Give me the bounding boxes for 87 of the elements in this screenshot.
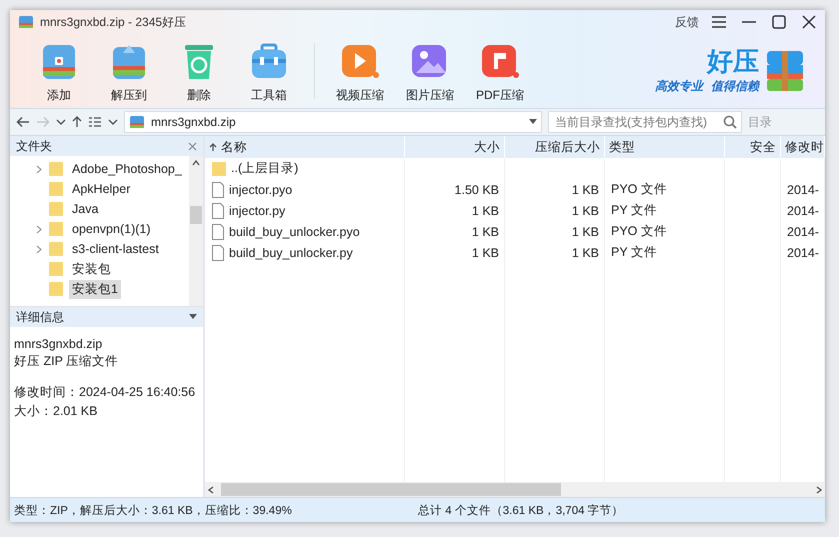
archive-logo-icon bbox=[765, 49, 805, 93]
scrollbar-thumb[interactable] bbox=[190, 206, 202, 224]
folder-item[interactable]: 安装包 bbox=[69, 260, 114, 278]
column-header[interactable]: 名称 bbox=[205, 136, 405, 158]
detail-text: 大小：2.01 KB bbox=[14, 403, 98, 420]
folder-item[interactable]: Java bbox=[69, 201, 102, 217]
search-icon[interactable] bbox=[723, 115, 737, 129]
toolbar-button[interactable]: 图片压缩 bbox=[395, 38, 465, 104]
column-header[interactable]: 大小 bbox=[405, 136, 505, 158]
column-header[interactable]: 修改时 bbox=[781, 136, 825, 158]
table-cell: 2014- bbox=[787, 204, 819, 218]
toolbar-button[interactable]: 解压到 bbox=[94, 38, 164, 104]
table-cell: injector.pyo bbox=[229, 182, 292, 196]
archive-icon bbox=[18, 14, 34, 30]
folder-item[interactable]: s3-client-lastest bbox=[69, 241, 162, 257]
panel-title: 文件夹 bbox=[16, 138, 52, 154]
view-mode-icon[interactable] bbox=[88, 116, 102, 128]
table-cell: build_buy_unlocker.py bbox=[229, 246, 353, 260]
toolbar-button[interactable]: 删除 bbox=[164, 38, 234, 104]
caret-icon[interactable] bbox=[189, 314, 197, 320]
table-cell: 2014- bbox=[787, 182, 819, 196]
search-field[interactable]: 当前目录查找(支持包内查找) bbox=[548, 111, 742, 133]
folder-item[interactable]: 安装包1 bbox=[69, 280, 121, 298]
folder-icon bbox=[48, 201, 64, 217]
table-cell: PY 文件 bbox=[611, 202, 657, 219]
file-icon bbox=[211, 182, 225, 198]
toolbar-button[interactable]: 添加 bbox=[24, 38, 94, 104]
table-cell: 1 KB bbox=[472, 204, 499, 218]
column-header[interactable]: 类型 bbox=[605, 136, 725, 158]
up-arrow-icon[interactable] bbox=[72, 116, 82, 128]
folder-icon bbox=[48, 181, 64, 197]
detail-text: 修改时间：2024-04-25 16:40:56 bbox=[14, 384, 196, 401]
archive-icon bbox=[129, 114, 145, 130]
file-icon bbox=[211, 244, 225, 260]
close-icon[interactable] bbox=[801, 15, 817, 29]
table-cell: 2014- bbox=[787, 246, 819, 260]
column-header[interactable]: 压缩后大小 bbox=[505, 136, 605, 158]
folder-icon bbox=[48, 241, 64, 257]
table-cell: 2014- bbox=[787, 224, 819, 238]
table-cell: 1 KB bbox=[572, 224, 599, 238]
maximize-icon[interactable] bbox=[771, 15, 787, 29]
folder-icon bbox=[48, 221, 64, 237]
scrollbar[interactable] bbox=[205, 482, 825, 497]
panel-title: 详细信息 bbox=[16, 308, 64, 326]
scrollbar-thumb[interactable] bbox=[221, 483, 561, 496]
table-cell: 1 KB bbox=[572, 246, 599, 260]
table-cell: PY 文件 bbox=[611, 244, 657, 261]
table-cell: ..(上层目录) bbox=[231, 160, 298, 177]
path-field[interactable]: mnrs3gnxbd.zip bbox=[124, 111, 542, 133]
folder-icon bbox=[211, 160, 227, 176]
column-header[interactable]: 安全 bbox=[725, 136, 781, 158]
scrollbar[interactable] bbox=[189, 156, 203, 306]
folder-item[interactable]: ApkHelper bbox=[69, 181, 134, 197]
back-arrow-icon[interactable] bbox=[16, 116, 30, 128]
table-cell: 1.50 KB bbox=[454, 182, 499, 196]
table-cell: 1 KB bbox=[472, 224, 499, 238]
folder-icon bbox=[48, 261, 64, 277]
chevron-down-icon[interactable] bbox=[108, 118, 118, 126]
folder-item[interactable]: openvpn(1)(1) bbox=[69, 221, 154, 237]
brand-name: 好压 bbox=[707, 48, 759, 74]
toolbar-button[interactable]: 工具箱 bbox=[234, 38, 304, 104]
toolbar-button[interactable]: PDF压缩 bbox=[465, 38, 535, 104]
window-title: mnrs3gnxbd.zip - 2345好压 bbox=[40, 14, 188, 30]
menu-icon[interactable] bbox=[711, 15, 727, 29]
detail-text: 好压 ZIP 压缩文件 bbox=[14, 353, 120, 370]
table-cell: injector.py bbox=[229, 204, 286, 218]
file-icon bbox=[211, 202, 225, 218]
sort-arrow-icon bbox=[209, 142, 217, 152]
table-cell: PYO 文件 bbox=[611, 181, 667, 198]
file-icon bbox=[211, 224, 225, 240]
folder-icon bbox=[48, 281, 64, 297]
detail-text: mnrs3gnxbd.zip bbox=[14, 337, 104, 351]
toolbar-button[interactable]: 视频压缩 bbox=[325, 38, 395, 104]
feedback-link[interactable]: 反馈 bbox=[675, 14, 699, 30]
slogan: 值得信赖 bbox=[711, 78, 759, 94]
folder-item[interactable]: Adobe_Photoshop_ bbox=[69, 161, 185, 177]
status-text: 总计 4 个文件（3.61 KB，3,704 字节） bbox=[418, 503, 624, 518]
table-cell: build_buy_unlocker.pyo bbox=[229, 224, 360, 238]
table-cell: 1 KB bbox=[572, 204, 599, 218]
dropdown-caret-icon[interactable] bbox=[529, 119, 537, 125]
slogan: 高效专业 bbox=[655, 78, 703, 94]
table-cell: 1 KB bbox=[472, 246, 499, 260]
status-text: 类型：ZIP，解压后大小：3.61 KB，压缩比：39.49% bbox=[13, 504, 293, 518]
table-cell: PYO 文件 bbox=[611, 223, 667, 240]
folder-icon bbox=[48, 161, 64, 177]
table-cell: 1 KB bbox=[572, 182, 599, 196]
chevron-down-icon[interactable] bbox=[56, 118, 66, 126]
